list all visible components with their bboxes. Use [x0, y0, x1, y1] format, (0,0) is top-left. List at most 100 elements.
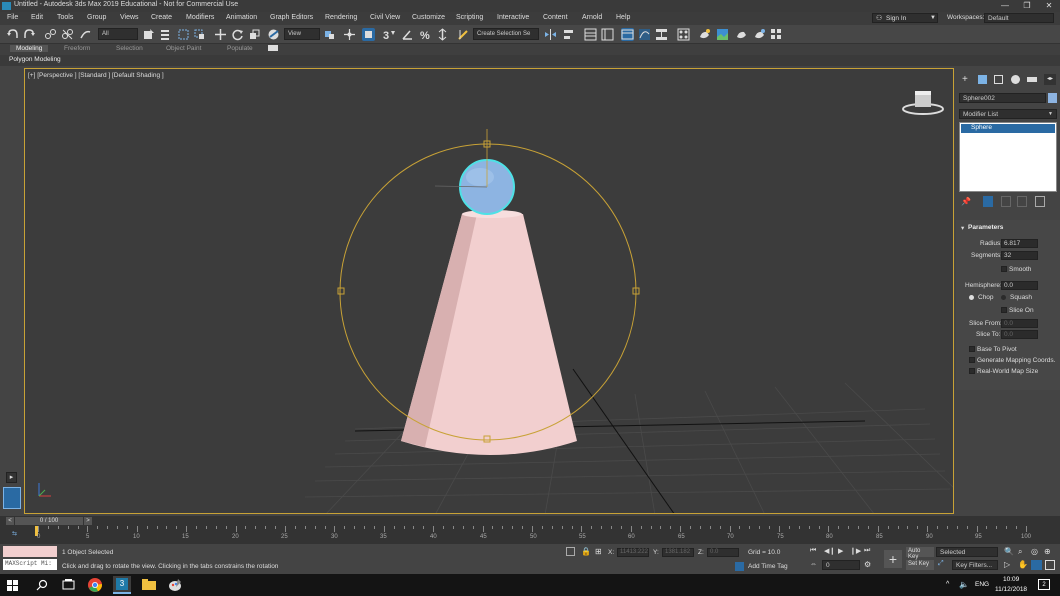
edit-named-selection-icon[interactable] [457, 28, 470, 41]
zoom-all-icon[interactable]: ⌕ [1018, 547, 1022, 557]
material-editor-icon[interactable] [677, 28, 690, 41]
angle-snap-icon[interactable] [401, 28, 414, 41]
real-world-checkbox[interactable] [969, 368, 975, 374]
x-coord-field[interactable]: 11413.222 [617, 548, 649, 557]
toggle-layer-explorer-icon[interactable] [601, 28, 614, 41]
maximize-button[interactable]: ❐ [1016, 0, 1038, 12]
ribbon-tab-object-paint[interactable]: Object Paint [166, 45, 201, 52]
menu-interactive[interactable]: Interactive [497, 14, 529, 21]
squash-radio[interactable] [1001, 295, 1006, 300]
sign-in-dropdown[interactable]: ⚇ Sign In ▼ [872, 13, 938, 23]
time-tag-icon[interactable] [735, 562, 744, 571]
y-coord-field[interactable]: 1381.182 [662, 548, 694, 557]
minimize-button[interactable]: — [994, 0, 1016, 12]
toggle-ribbon-icon[interactable] [621, 28, 634, 41]
ribbon-tab-freeform[interactable]: Freeform [64, 45, 90, 52]
slice-from-spinner[interactable]: 0.0 [1001, 319, 1038, 328]
language-indicator[interactable]: ENG [975, 581, 989, 588]
schematic-view-icon[interactable] [655, 28, 668, 41]
display-tab-icon[interactable] [1027, 77, 1037, 82]
menu-civil-view[interactable]: Civil View [370, 14, 400, 21]
menu-animation[interactable]: Animation [226, 14, 257, 21]
next-frame-icon[interactable]: ❙▶ [850, 547, 861, 555]
select-manipulate-icon[interactable] [343, 28, 356, 41]
curve-editor-icon[interactable] [638, 28, 651, 41]
time-slider[interactable]: < 0 / 100 > [0, 516, 1060, 526]
menu-scripting[interactable]: Scripting [456, 14, 483, 21]
place-icon[interactable] [267, 28, 280, 41]
maxscript-mini-listener[interactable]: MAXScript Mi: [3, 559, 57, 570]
windows-start-icon[interactable] [7, 580, 18, 591]
file-explorer-icon[interactable] [142, 579, 156, 590]
transform-mode-icon[interactable]: ⊞ [595, 547, 602, 556]
menu-file[interactable]: File [7, 14, 18, 21]
configure-modifier-sets-icon[interactable] [1035, 196, 1045, 207]
pan-icon[interactable]: ✋ [1018, 560, 1028, 569]
ribbon-tab-selection[interactable]: Selection [116, 45, 143, 52]
reference-coord-dropdown[interactable]: View [284, 28, 320, 40]
motion-tab-icon[interactable] [1011, 75, 1020, 84]
smooth-checkbox[interactable] [1001, 266, 1007, 272]
window-crossing-icon[interactable] [193, 28, 206, 41]
show-end-result-icon[interactable] [983, 196, 993, 207]
unlink-icon[interactable] [61, 28, 74, 41]
snaps-toggle-icon[interactable]: 3 [383, 28, 396, 41]
perspective-viewport[interactable]: [+] [Perspective ] [Standard ] [Default … [24, 68, 954, 514]
menu-tools[interactable]: Tools [57, 14, 73, 21]
gizmo-handle-left[interactable] [337, 287, 345, 295]
prev-frame-icon[interactable]: ◀❙ [824, 547, 835, 555]
zoom-extents-icon[interactable]: ⊕ [1044, 547, 1051, 556]
field-of-view-icon[interactable]: ▷ [1004, 560, 1010, 569]
menu-views[interactable]: Views [120, 14, 139, 21]
task-view-icon[interactable] [62, 579, 75, 591]
chop-radio[interactable] [969, 295, 974, 300]
lock-icon[interactable]: 🔒 [581, 547, 591, 556]
select-by-name-icon[interactable] [159, 28, 172, 41]
chrome-icon[interactable] [88, 578, 102, 592]
key-mode-toggle-icon[interactable]: ⇔ [810, 561, 817, 568]
close-button[interactable]: ✕ [1038, 0, 1060, 12]
set-key-big-icon[interactable]: + [884, 550, 902, 568]
maximize-viewport-icon[interactable] [1045, 560, 1055, 570]
rectangular-selection-icon[interactable] [177, 28, 190, 41]
menu-rendering[interactable]: Rendering [325, 14, 357, 21]
track-bar[interactable]: ⇆ 0 5 10 15 20 25 30 35 40 45 50 55 60 6… [0, 526, 1060, 544]
remove-modifier-icon[interactable] [1017, 196, 1027, 207]
z-coord-field[interactable]: 0.0 [707, 548, 739, 557]
set-key-button[interactable]: Set Key [906, 560, 934, 570]
ribbon-options-icon[interactable] [268, 45, 278, 51]
undo-icon[interactable] [6, 28, 19, 41]
slider-prev-icon[interactable]: < [6, 517, 14, 525]
orbit-subobject-icon[interactable] [1031, 560, 1042, 570]
view-cube[interactable] [902, 91, 944, 115]
isolate-selection-icon[interactable] [566, 547, 575, 556]
modifier-list-dropdown[interactable]: Modifier List ▼ [959, 109, 1057, 119]
select-object-icon[interactable] [142, 28, 155, 41]
named-selection-sets-dropdown[interactable]: Create Selection Se [473, 28, 539, 40]
base-to-pivot-checkbox[interactable] [969, 346, 975, 352]
object-color-swatch[interactable] [1048, 93, 1057, 103]
move-icon[interactable] [214, 28, 227, 41]
modify-tab-icon[interactable] [978, 75, 987, 84]
search-icon[interactable] [36, 579, 48, 591]
bind-space-warp-icon[interactable] [79, 28, 92, 41]
pivot-center-icon[interactable] [323, 28, 336, 41]
workspace-dropdown[interactable]: Default [984, 13, 1054, 23]
key-tangents-icon[interactable]: ⤢ [938, 560, 944, 568]
goto-end-icon[interactable]: ⏭ [864, 547, 870, 555]
rollout-title[interactable]: Parameters [968, 224, 1003, 231]
goto-start-icon[interactable]: ⏮ [810, 547, 816, 555]
slice-on-checkbox[interactable] [1001, 307, 1007, 313]
ribbon-sub-label[interactable]: Polygon Modeling [9, 56, 61, 63]
time-slider-thumb[interactable]: 0 / 100 [15, 517, 83, 525]
notification-icon[interactable]: 2 [1038, 579, 1050, 590]
pin-stack-icon[interactable]: 📌 [961, 197, 971, 206]
tray-expand-icon[interactable]: ^ [946, 581, 949, 588]
slider-next-icon[interactable]: > [84, 517, 92, 525]
object-name-field[interactable]: Sphere002 [959, 93, 1046, 103]
utilities-tab-icon[interactable]: ◂▸ [1044, 74, 1056, 85]
rendered-frame-window-icon[interactable] [716, 28, 729, 41]
play-icon[interactable]: ▶ [838, 547, 843, 555]
key-filters-button[interactable]: Key Filters... [952, 560, 998, 570]
slice-to-spinner[interactable]: 0.0 [1001, 330, 1038, 339]
